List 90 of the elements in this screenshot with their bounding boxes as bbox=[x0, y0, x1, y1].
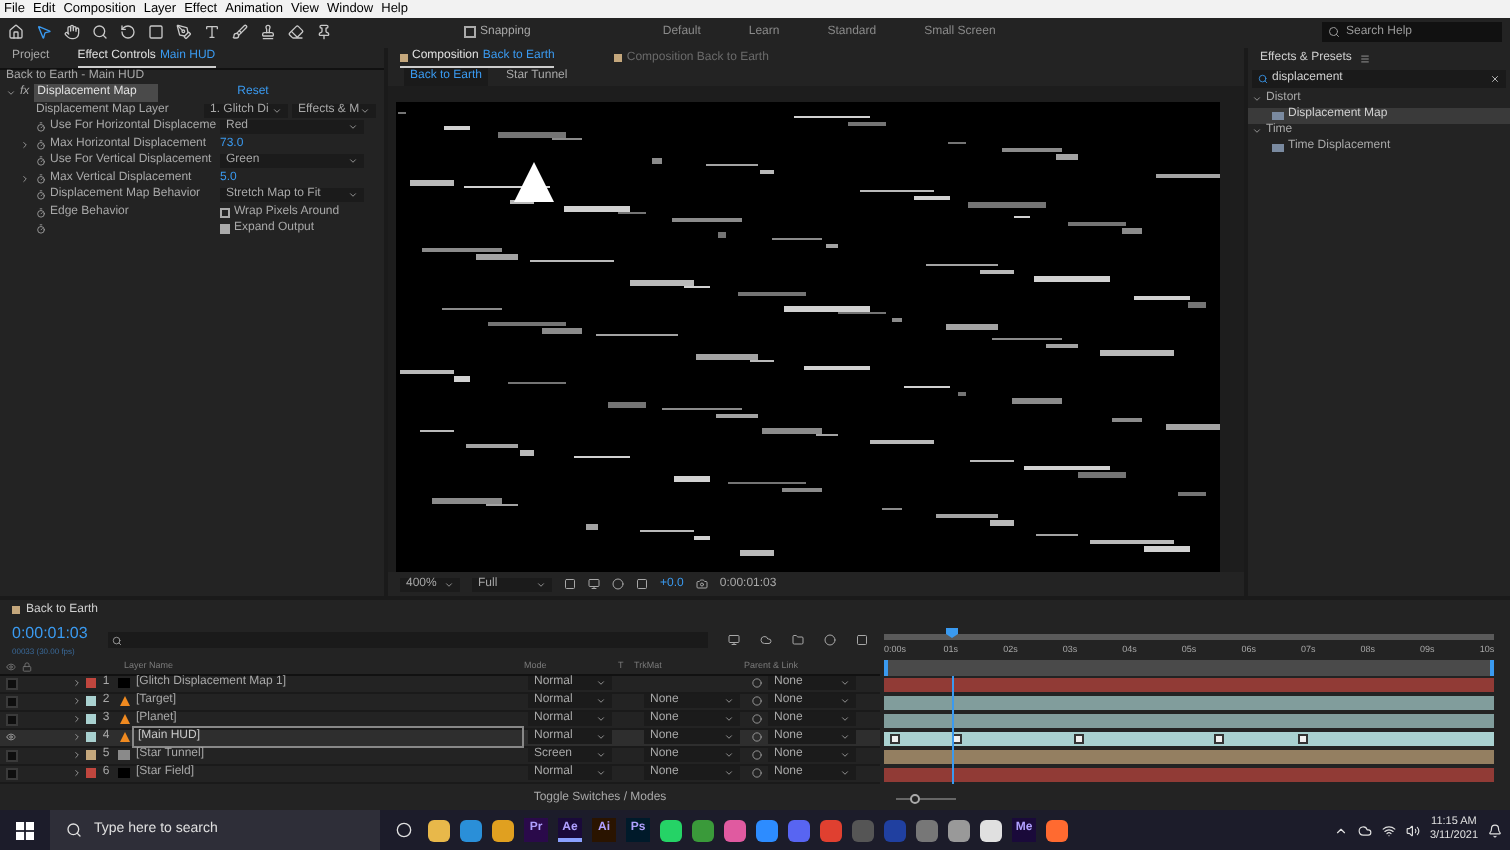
caret-icon[interactable] bbox=[20, 139, 30, 149]
timecode[interactable]: 0:00:01:03 bbox=[12, 622, 88, 647]
wifi-icon[interactable] bbox=[1381, 823, 1396, 837]
tool-icon[interactable] bbox=[8, 24, 24, 41]
stopwatch-icon[interactable] bbox=[36, 173, 46, 183]
label-color-swatch[interactable] bbox=[86, 732, 96, 743]
timeline-tool-icon[interactable] bbox=[727, 634, 740, 647]
timeline-tool-icon[interactable] bbox=[823, 634, 836, 647]
eye-icon bbox=[6, 661, 16, 672]
label-color-swatch[interactable] bbox=[86, 768, 96, 779]
tool-icon[interactable] bbox=[176, 24, 192, 41]
view-option-icon[interactable] bbox=[564, 578, 576, 590]
effect-icon bbox=[1272, 143, 1284, 152]
label-color-swatch[interactable] bbox=[86, 678, 96, 689]
tool-icon[interactable] bbox=[316, 24, 332, 41]
playhead-handle[interactable] bbox=[945, 627, 958, 638]
layer-duration-bar[interactable] bbox=[884, 731, 1494, 746]
layer-duration-bar[interactable] bbox=[884, 695, 1494, 710]
tool-icon[interactable] bbox=[120, 24, 136, 41]
label-color-swatch[interactable] bbox=[86, 696, 96, 707]
playhead-line bbox=[951, 675, 954, 784]
layer-duration-bar[interactable] bbox=[884, 749, 1494, 764]
windows-logo-icon[interactable] bbox=[16, 821, 34, 839]
stopwatch-icon[interactable] bbox=[36, 122, 46, 132]
caret-icon[interactable] bbox=[6, 88, 16, 99]
app-icon[interactable] bbox=[1046, 819, 1068, 841]
search-icon bbox=[1258, 73, 1268, 84]
caret-icon bbox=[348, 190, 358, 200]
cortana-icon[interactable] bbox=[396, 822, 412, 838]
caret-icon bbox=[1252, 94, 1262, 105]
search-icon bbox=[1328, 26, 1340, 39]
notification-icon[interactable] bbox=[1488, 823, 1502, 837]
zoom-slider-thumb[interactable] bbox=[910, 794, 920, 804]
visibility-toggle[interactable] bbox=[6, 713, 18, 726]
app-icon[interactable] bbox=[948, 819, 970, 841]
camera-icon[interactable] bbox=[695, 578, 708, 590]
tool-icon[interactable] bbox=[64, 24, 80, 41]
comp-layer-icon bbox=[118, 750, 130, 761]
app-icon[interactable] bbox=[980, 819, 1002, 841]
solid-layer-icon bbox=[118, 678, 130, 689]
label-color-swatch[interactable] bbox=[86, 714, 96, 725]
layer-search-field[interactable] bbox=[107, 632, 708, 649]
tool-icon[interactable] bbox=[36, 24, 52, 41]
stopwatch-icon[interactable] bbox=[36, 139, 46, 149]
stopwatch-icon[interactable] bbox=[36, 190, 46, 200]
search-icon bbox=[111, 635, 122, 646]
tool-icon[interactable] bbox=[92, 24, 108, 41]
eye-icon[interactable] bbox=[6, 732, 16, 743]
tool-icon[interactable] bbox=[148, 24, 164, 41]
caret-icon bbox=[272, 105, 282, 115]
caret-icon[interactable] bbox=[20, 173, 30, 183]
keyframe-marker[interactable] bbox=[1213, 733, 1224, 744]
solid-layer-icon bbox=[118, 768, 130, 779]
visibility-toggle[interactable] bbox=[6, 749, 18, 762]
search-icon bbox=[66, 822, 82, 838]
effect-icon bbox=[1272, 111, 1284, 120]
menu-icon[interactable] bbox=[1359, 53, 1370, 64]
comp-icon bbox=[614, 54, 623, 62]
app-icon[interactable] bbox=[492, 819, 514, 841]
timeline-tool-icon[interactable] bbox=[791, 634, 804, 647]
keyframe-marker[interactable] bbox=[1073, 733, 1084, 744]
app-icon[interactable] bbox=[660, 819, 682, 841]
visibility-toggle[interactable] bbox=[6, 677, 18, 690]
volume-icon[interactable] bbox=[1405, 823, 1420, 837]
chevron-icon[interactable] bbox=[1333, 823, 1348, 837]
tool-icon[interactable] bbox=[288, 24, 304, 41]
cloud-icon[interactable] bbox=[1357, 823, 1372, 837]
timeline-tool-icon[interactable] bbox=[855, 634, 868, 647]
visibility-toggle[interactable] bbox=[6, 767, 18, 780]
label-color-swatch[interactable] bbox=[86, 750, 96, 761]
caret-icon bbox=[444, 579, 454, 589]
caret-icon bbox=[536, 579, 546, 589]
keyframe-marker[interactable] bbox=[890, 733, 901, 744]
caret-icon bbox=[348, 156, 358, 166]
tool-icon[interactable] bbox=[260, 24, 276, 41]
stopwatch-icon[interactable] bbox=[36, 207, 46, 217]
stopwatch-icon[interactable] bbox=[36, 224, 46, 234]
tool-icon[interactable] bbox=[232, 24, 248, 41]
visibility-toggle[interactable] bbox=[6, 695, 18, 708]
keyframe-marker[interactable] bbox=[1298, 733, 1309, 744]
caret-icon bbox=[1252, 126, 1262, 137]
view-option-icon[interactable] bbox=[588, 578, 600, 590]
tool-icon[interactable] bbox=[204, 24, 220, 41]
comp-icon bbox=[400, 53, 408, 61]
comp-icon bbox=[12, 606, 20, 615]
app-icon[interactable] bbox=[428, 819, 450, 841]
layer-duration-bar[interactable] bbox=[884, 713, 1494, 728]
lock-icon bbox=[22, 661, 32, 672]
timeline-tool-icon[interactable] bbox=[759, 634, 772, 647]
stopwatch-icon[interactable] bbox=[36, 156, 46, 166]
